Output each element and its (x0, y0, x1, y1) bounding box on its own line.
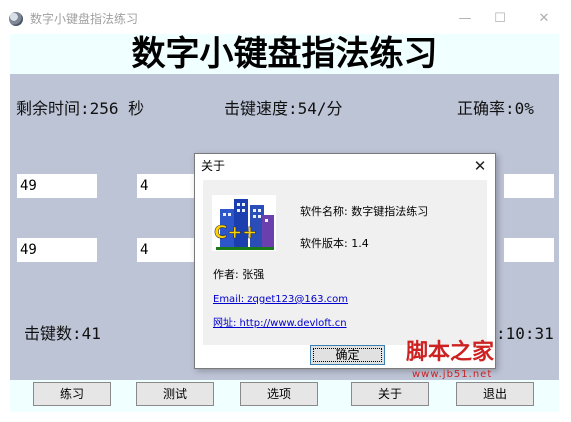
elapsed-time-label: :10:31 (496, 324, 554, 343)
practice-button[interactable]: 练习 (33, 382, 111, 406)
remaining-time-label: 剩余时间:256 秒 (16, 99, 145, 118)
minimize-button[interactable]: — (447, 6, 483, 30)
window-title: 数字小键盘指法练习 (30, 12, 139, 26)
options-button[interactable]: 选项 (240, 382, 318, 406)
target-digits-box-1: 49 (17, 174, 97, 198)
software-name-label: 软件名称: 数字键指法练习 (300, 205, 429, 218)
about-dialog-close-button[interactable]: ✕ (470, 156, 490, 176)
accuracy-label: 正确率:0% (457, 99, 534, 118)
email-link[interactable]: Email: zqget123@163.com (213, 293, 348, 307)
app-icon[interactable] (9, 12, 23, 26)
close-button[interactable]: ✕ (526, 6, 562, 30)
maximize-button[interactable]: ☐ (482, 6, 518, 30)
software-version-label: 软件版本: 1.4 (300, 237, 369, 250)
website-link[interactable]: 网址: http://www.devloft.cn (213, 317, 347, 331)
target-digits-box-3 (504, 174, 554, 198)
author-label: 作者: 张强 (213, 268, 265, 281)
speed-label: 击键速度:54/分 (224, 99, 343, 118)
exit-button[interactable]: 退出 (456, 382, 534, 406)
about-button[interactable]: 关于 (351, 382, 429, 406)
watermark-url: www.jb51.net (412, 369, 493, 380)
ok-button[interactable]: 确定 (310, 345, 385, 365)
logo-cpp-text: C++ (214, 222, 258, 244)
page-title: 数字小键盘指法练习 (131, 34, 438, 74)
about-dialog-title: 关于 (201, 159, 226, 173)
input-digits-box-1[interactable]: 49 (17, 238, 97, 262)
keystroke-count-label: 击键数:41 (24, 324, 101, 343)
watermark-logo: 脚本之家 (406, 339, 495, 365)
test-button[interactable]: 测试 (136, 382, 214, 406)
input-digits-box-3[interactable] (504, 238, 554, 262)
